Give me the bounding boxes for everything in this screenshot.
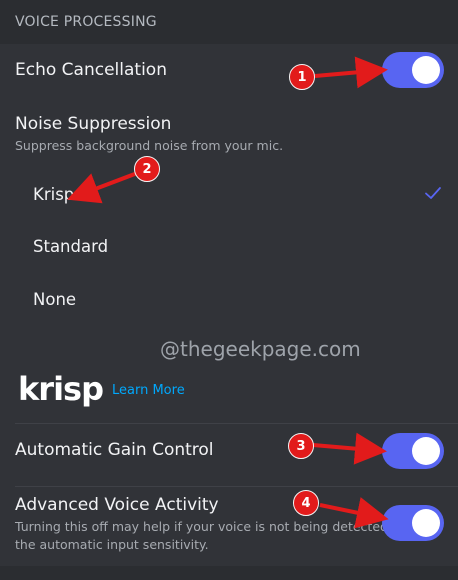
annotation-arrow-1 (314, 56, 388, 89)
annotation-arrow-3 (312, 432, 387, 465)
annotation-arrow-4 (319, 497, 389, 529)
annotation-badge-1: 1 (289, 64, 315, 90)
annotation-arrows (67, 56, 389, 529)
annotation-badge-4: 4 (293, 490, 319, 516)
annotation-badge-2: 2 (134, 156, 160, 182)
annotation-arrow-2 (67, 170, 141, 204)
annotation-badge-3: 3 (288, 433, 314, 459)
